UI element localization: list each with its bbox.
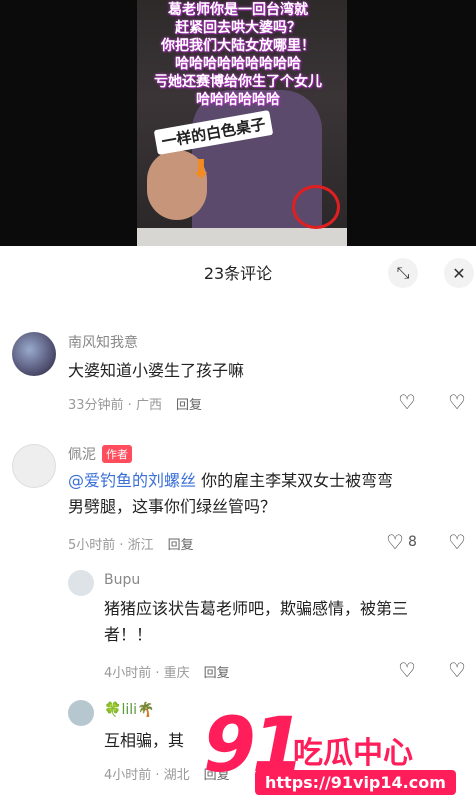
- comment-author[interactable]: Bupu: [104, 572, 140, 588]
- close-icon[interactable]: ✕: [444, 258, 474, 288]
- video-caption-line: 亏她还赛博给你生了个女儿: [154, 74, 322, 90]
- dislike-icon[interactable]: ♡: [448, 390, 466, 414]
- comment-time: 4小时前 · 重庆: [104, 666, 190, 681]
- watermark-brand: 吃瓜中心: [293, 736, 413, 771]
- avatar[interactable]: [12, 332, 56, 376]
- video-caption-line: 哈哈哈哈哈哈: [196, 92, 280, 108]
- collapse-icon[interactable]: ⤡: [388, 258, 418, 288]
- highlight-circle: [292, 185, 340, 229]
- watermark: 91 吃瓜中心 https://91vip14.com: [193, 700, 476, 807]
- comment-author[interactable]: 南风知我意: [68, 332, 138, 352]
- comment-author-name: lili: [121, 702, 137, 718]
- video-caption-line: 你把我们大陆女放哪里！: [161, 38, 315, 54]
- video-caption-line: 葛老师你是一回台湾就: [168, 2, 308, 18]
- reply-button[interactable]: 回复: [204, 666, 230, 681]
- reply-button[interactable]: 回复: [176, 398, 202, 413]
- comment-meta: 33分钟前 · 广西 回复: [68, 394, 202, 413]
- comment-meta: 5小时前 · 浙江 回复: [68, 534, 194, 553]
- comment-text-line: 男劈腿，这事你们绿丝管吗？: [68, 497, 277, 516]
- avatar[interactable]: [68, 700, 94, 726]
- comment-text-line: 你的雇主李某双女士被弯弯: [201, 471, 394, 490]
- comment-time: 33分钟前 · 广西: [68, 398, 162, 413]
- like-icon[interactable]: ♡: [398, 390, 416, 414]
- avatar[interactable]: [12, 444, 56, 488]
- comment-text: 猪猪应该状告葛老师吧，欺骗感情，被第三 者！！: [104, 596, 464, 648]
- comment-text: @爱钓鱼的刘螺丝 你的雇主李某双女士被弯弯男劈腿，这事你们绿丝管吗？: [68, 468, 458, 520]
- video-caption-line: 赶紧回去哄大婆吗？: [175, 20, 301, 36]
- comment-author[interactable]: 佩泥: [68, 447, 96, 463]
- like-icon[interactable]: ♡ 8: [386, 530, 417, 554]
- video-player[interactable]: 葛老师你是一回台湾就 赶紧回去哄大婆吗？ 你把我们大陆女放哪里！ 哈哈哈哈哈哈哈…: [0, 0, 476, 246]
- mention-link[interactable]: @爱钓鱼的刘螺丝: [68, 471, 196, 490]
- dislike-icon[interactable]: ♡: [448, 658, 466, 682]
- comment-author[interactable]: 🍀lili🌴: [104, 702, 154, 718]
- avatar[interactable]: [68, 570, 94, 596]
- comment-text-line: 者！！: [104, 625, 153, 644]
- watermark-url: https://91vip14.com: [255, 770, 456, 795]
- comment-text-line: 猪猪应该状告葛老师吧，欺骗感情，被第三: [104, 599, 409, 618]
- comment-time: 5小时前 · 浙江: [68, 538, 154, 553]
- comment-text: 互相骗，其: [104, 731, 185, 750]
- comment-time: 4小时前 · 湖北: [104, 768, 190, 783]
- like-icon[interactable]: ♡: [398, 658, 416, 682]
- video-caption-line: 哈哈哈哈哈哈哈哈哈: [175, 56, 301, 72]
- arrow-down-icon: ⬇: [190, 155, 212, 185]
- author-badge: 作者: [102, 445, 132, 463]
- comment-text: 大婆知道小婆生了孩子嘛: [68, 361, 245, 380]
- comment-meta: 4小时前 · 重庆 回复: [104, 662, 230, 681]
- video-desk: [137, 228, 347, 246]
- reply-button[interactable]: 回复: [168, 538, 194, 553]
- like-count: 8: [407, 534, 417, 550]
- dislike-icon[interactable]: ♡: [448, 530, 466, 554]
- comment-author-row: 佩泥 作者: [68, 444, 132, 464]
